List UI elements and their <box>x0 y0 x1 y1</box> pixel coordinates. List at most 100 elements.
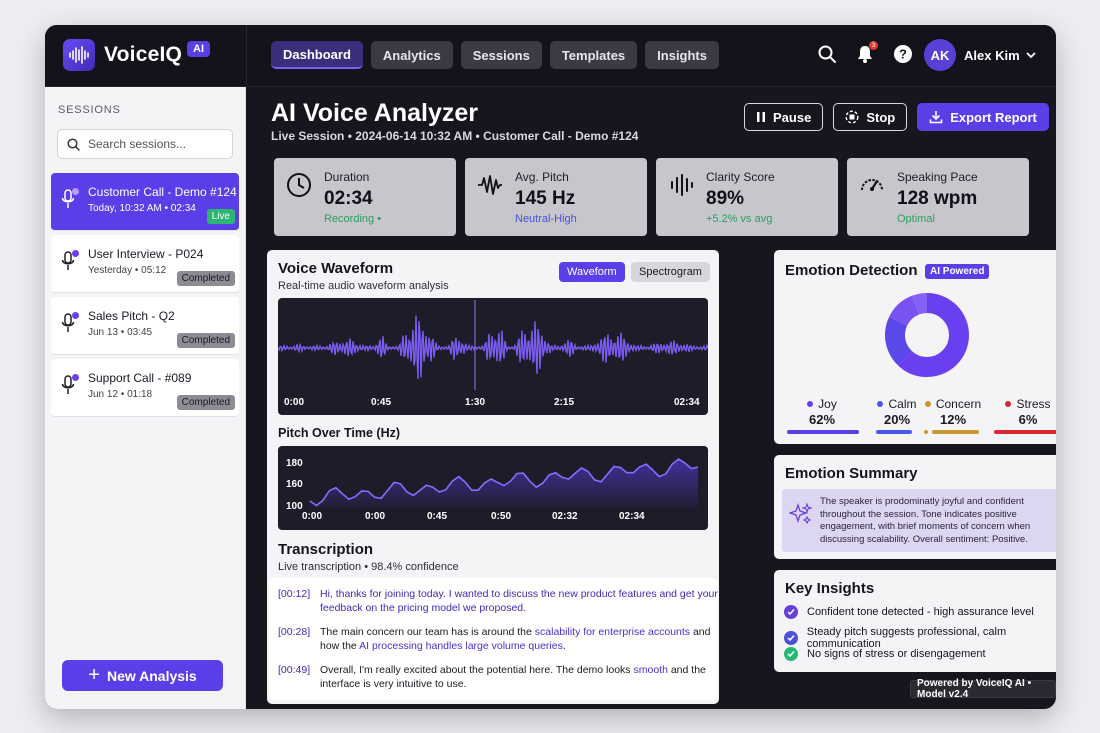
tab-sessions[interactable]: Sessions <box>460 41 542 69</box>
legend-dot <box>1005 401 1012 407</box>
stat-card-duration: Duration 02:34 Recording • <box>274 158 456 236</box>
new-analysis-label: New Analysis <box>106 667 197 684</box>
transcription-subtitle: Live transcription • 98.4% confidence <box>278 561 459 573</box>
session-item[interactable]: User Interview - P024 Yesterday • 05:12 … <box>51 235 239 293</box>
search-box[interactable] <box>57 129 233 159</box>
tab-waveform[interactable]: Waveform <box>559 262 625 282</box>
stat-label: Avg. Pitch <box>515 170 569 184</box>
tab-spectrogram[interactable]: Spectrogram <box>631 262 710 282</box>
transcript-text: feedback on the pricing model we propose… <box>320 602 527 614</box>
pause-button[interactable]: Pause <box>744 103 824 131</box>
insight-text: No signs of stress or disengagement <box>807 648 986 660</box>
pulse-icon <box>478 175 502 195</box>
voice-logo-icon <box>63 39 95 71</box>
legend-label: Stress <box>1016 397 1051 411</box>
legend-bar-concern <box>932 430 979 434</box>
tab-analytics[interactable]: Analytics <box>370 41 453 69</box>
legend-value: 62% <box>808 412 836 427</box>
notification-count: 3 <box>869 41 878 50</box>
page-title: AI Voice Analyzer <box>271 99 479 127</box>
status-badge: Completed <box>176 271 235 286</box>
tick-label: 0:45 <box>427 511 448 522</box>
pause-label: Pause <box>773 109 812 125</box>
stat-sub: +5.2% vs avg <box>706 213 773 225</box>
stat-value: 145 Hz <box>515 188 576 209</box>
emotion-title: Emotion Detection <box>785 262 918 279</box>
stat-value: 89% <box>706 188 745 209</box>
ai-badge: AI <box>187 41 210 57</box>
waveform-chart: 0:00 0:45 1:30 2:15 02:34 <box>278 298 708 415</box>
brand[interactable]: VoiceIQ AI <box>63 39 210 71</box>
tab-dashboard[interactable]: Dashboard <box>271 41 363 69</box>
legend-dot <box>924 401 931 407</box>
stat-label: Clarity Score <box>706 170 775 184</box>
clock-icon <box>287 173 311 197</box>
tick-label: 0:50 <box>491 511 512 522</box>
sparkle-icon <box>789 502 813 525</box>
user-name: Alex Kim <box>964 47 1020 63</box>
legend-dot <box>877 401 884 407</box>
transcript-text: how the <box>320 640 360 652</box>
stat-card-clarity: Clarity Score 89% +5.2% vs avg <box>656 158 838 236</box>
session-title: User Interview - P024 <box>88 247 204 261</box>
user-menu[interactable]: AK Alex Kim <box>924 39 1036 71</box>
gauge-icon <box>861 179 883 191</box>
search-icon[interactable] <box>817 44 837 64</box>
tab-insights[interactable]: Insights <box>645 41 719 69</box>
session-item[interactable]: Customer Call - Demo #124 Today, 10:32 A… <box>51 173 239 231</box>
new-analysis-button[interactable]: + New Analysis <box>62 660 223 691</box>
tab-templates[interactable]: Templates <box>549 41 638 69</box>
export-report-button[interactable]: Export Report <box>917 103 1049 131</box>
transcript-entry: [00:49] Overall, I'm really excited abou… <box>278 663 706 690</box>
timestamp: [00:12] <box>278 588 311 600</box>
session-item[interactable]: Support Call - #089 Jun 12 • 01:18 Compl… <box>51 359 239 417</box>
waveform-panel: Voice Waveform Real-time audio waveform … <box>267 250 719 704</box>
pitch-chart: 180 160 100 0:00 0:00 0:45 0:50 02:32 02… <box>278 446 708 530</box>
session-title: Customer Call - Demo #124 <box>88 185 237 199</box>
bell-icon[interactable]: 3 <box>855 41 878 64</box>
summary-text: The speaker is prodominatly joyful and c… <box>820 496 1031 545</box>
stat-label: Speaking Pace <box>897 170 978 184</box>
main-nav: Dashboard Analytics Sessions Templates I… <box>271 41 719 69</box>
status-badge: Completed <box>176 333 235 348</box>
status-badge: Completed <box>176 395 235 410</box>
summary-box: The speaker is prodominatly joyful and c… <box>782 489 1056 552</box>
stat-value: 02:34 <box>324 188 373 209</box>
stat-card-pace: Speaking Pace 128 wpm Optimal <box>847 158 1029 236</box>
session-item[interactable]: Sales Pitch - Q2 Jun 13 • 03:45 Complete… <box>51 297 239 355</box>
tick-label: 0:45 <box>371 397 392 408</box>
summary-title: Emotion Summary <box>785 465 918 482</box>
app-window: VoiceIQ AI Dashboard Analytics Sessions … <box>45 25 1056 709</box>
transcript-text: interface is very intuitive to use. <box>320 678 467 690</box>
sidebar: SESSIONS Customer Call - Demo #124 Today… <box>45 87 246 709</box>
svg-text:?: ? <box>899 47 907 62</box>
legend-value: 12% <box>939 412 967 427</box>
stop-label: Stop <box>866 109 896 125</box>
tick-label: 02:34 <box>674 397 700 408</box>
transcript-text: . <box>562 640 566 652</box>
help-icon[interactable]: ? <box>893 44 913 64</box>
download-icon <box>929 111 943 124</box>
stat-sub: Recording • <box>324 213 382 225</box>
pitch-title: Pitch Over Time (Hz) <box>278 426 401 440</box>
session-title: Support Call - #089 <box>88 371 192 385</box>
emotion-detection-panel: Emotion Detection AI Powered Joy 62% Cal… <box>774 250 1056 444</box>
header-actions: Pause Stop Export Report <box>744 103 1049 131</box>
key-insights-panel: Key Insights Confident tone detected - h… <box>774 570 1056 672</box>
page-subtitle: Live Session • 2024-06-14 10:32 AM • Cus… <box>271 129 639 143</box>
tick-label: 02:34 <box>619 511 645 522</box>
status-badge: Live <box>206 209 235 224</box>
waveform-graphic <box>278 300 708 390</box>
stat-sub: Optimal <box>897 213 935 225</box>
stop-button[interactable]: Stop <box>833 103 908 131</box>
session-meta: Jun 13 • 03:45 <box>88 327 153 338</box>
transcript-entry: [00:28] The main concern our team has is… <box>278 625 710 652</box>
emotion-summary-panel: Emotion Summary The speaker is prodomina… <box>774 455 1056 559</box>
plus-icon: + <box>88 664 100 686</box>
legend-bar-concern-dot <box>924 430 928 434</box>
tick-label: 0:00 <box>284 397 305 408</box>
stat-value: 128 wpm <box>897 188 978 209</box>
avatar: AK <box>924 39 956 71</box>
search-input[interactable] <box>88 137 228 151</box>
transcript-text: Overall, I'm really excited about the po… <box>320 664 634 676</box>
